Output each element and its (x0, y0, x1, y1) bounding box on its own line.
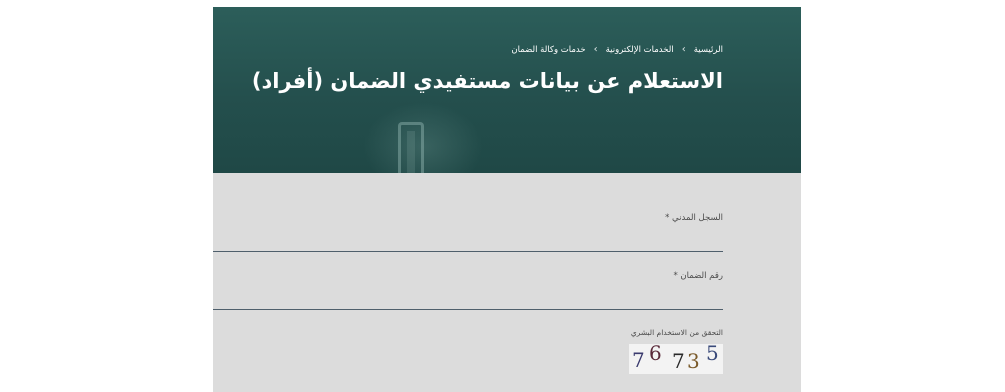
civil-id-label: السجل المدني * (665, 213, 723, 223)
chevron-icon: › (681, 44, 686, 55)
guarantee-number-label: رقم الضمان * (673, 271, 723, 281)
captcha-char: 6 (649, 341, 662, 365)
breadcrumb-eservices-link[interactable]: الخدمات الإلكترونية (606, 45, 674, 55)
guarantee-number-input[interactable] (213, 288, 723, 310)
breadcrumb-home-link[interactable]: الرئيسية (694, 45, 723, 55)
captcha-char: 7 (672, 349, 685, 373)
page-header: الرئيسية › الخدمات الإلكترونية › خدمات و… (213, 7, 801, 173)
captcha-label: التحقق من الاستخدام البشري (630, 328, 723, 337)
captcha-char: 5 (706, 341, 719, 365)
captcha-char: 3 (687, 349, 700, 373)
captcha-char: 7 (632, 348, 645, 372)
kingdom-tower-graphic (398, 122, 424, 173)
page-title: الاستعلام عن بيانات مستفيدي الضمان (أفرا… (251, 69, 723, 93)
page: الرئيسية › الخدمات الإلكترونية › خدمات و… (213, 7, 801, 392)
breadcrumb: الرئيسية › الخدمات الإلكترونية › خدمات و… (511, 44, 723, 56)
breadcrumb-current: خدمات وكالة الضمان (511, 45, 586, 55)
captcha-image: 7 6 7 3 5 (629, 341, 723, 374)
chevron-icon: › (593, 44, 598, 55)
inquiry-form: السجل المدني * رقم الضمان * التحقق من ال… (213, 173, 801, 392)
civil-id-input[interactable] (213, 230, 723, 252)
